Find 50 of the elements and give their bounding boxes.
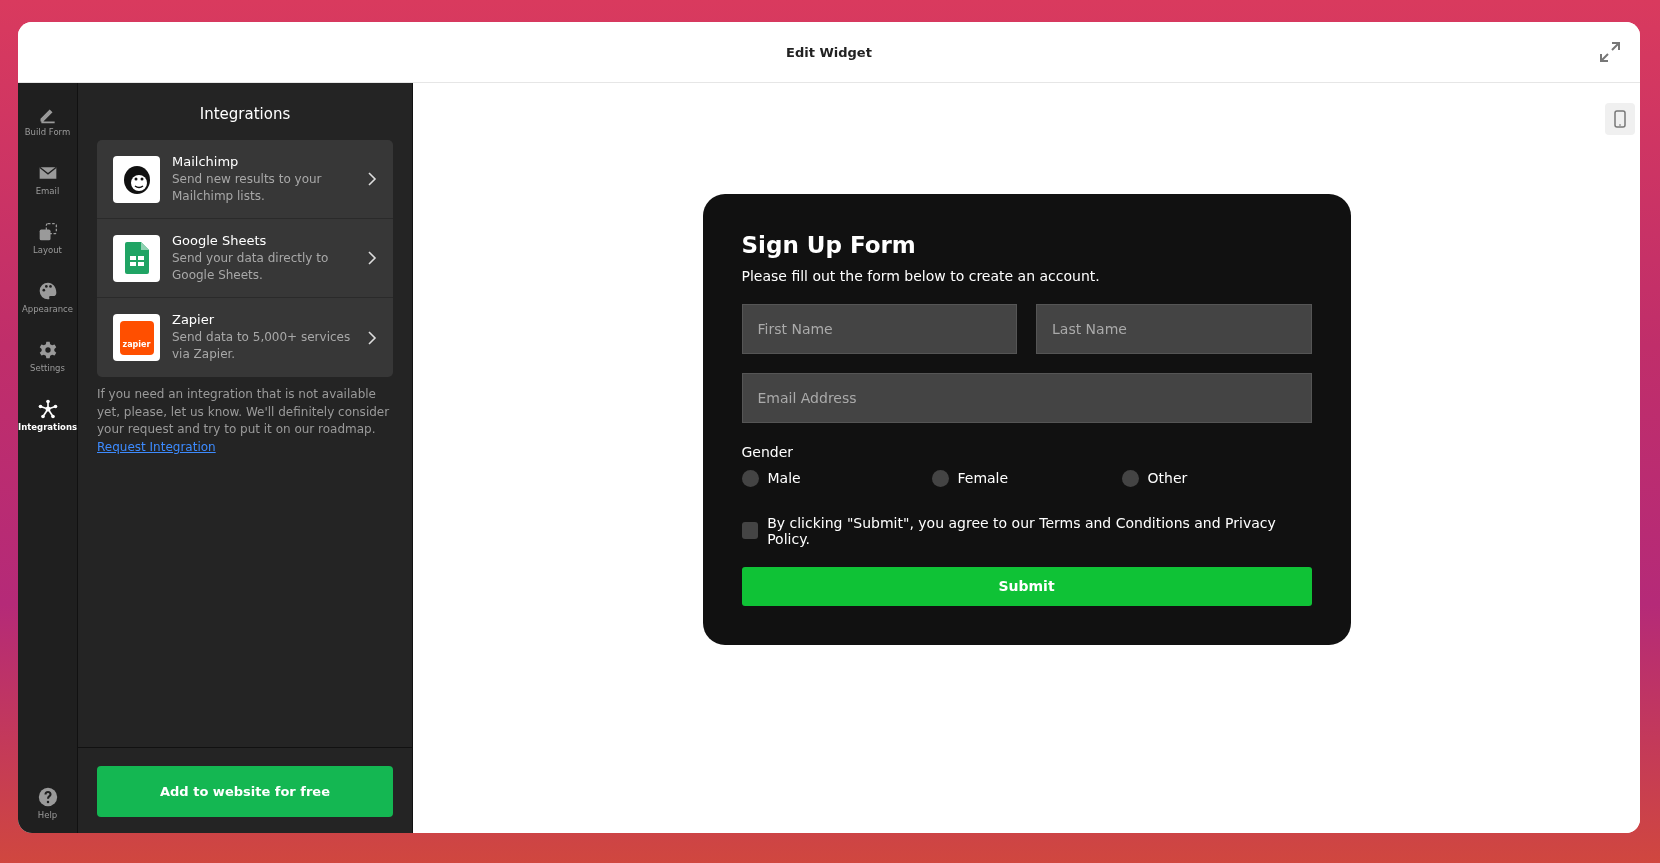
phone-icon xyxy=(1614,110,1626,128)
chevron-icon xyxy=(367,250,377,266)
layout-icon xyxy=(37,222,58,242)
gender-option[interactable]: Other xyxy=(1121,469,1312,487)
chevron-icon xyxy=(367,329,377,346)
first-name-field[interactable]: First Name xyxy=(741,303,1017,354)
network-icon xyxy=(37,399,58,419)
integration-name: Zapier xyxy=(172,312,216,327)
palette-icon xyxy=(37,281,58,301)
sidebar-item[interactable]: Build Form xyxy=(18,91,77,150)
mobile-preview-button[interactable] xyxy=(1605,103,1635,135)
info-paragraph: If you need an integration that is not available yet, please, let us know. We'll definitely consider your request and try to put it on our roadmap. Request Integration xyxy=(97,386,391,456)
gender-option[interactable]: Female xyxy=(931,469,1122,487)
radio-button[interactable] xyxy=(931,469,949,487)
sidebar-item[interactable]: Integrations xyxy=(18,386,77,445)
window-title: Edit Widget xyxy=(786,44,872,60)
integration-name: Google Sheets xyxy=(172,232,268,248)
integration-item[interactable]: zapier Zapier Send data to 5,000+ services via Zapier. xyxy=(97,298,393,377)
option-label: Other xyxy=(1147,470,1188,486)
monkey-logo xyxy=(113,155,160,203)
integration-description: Send your data directly to Google Sheets. xyxy=(172,249,330,284)
integration-item[interactable]: Google Sheets Send your data directly to Google Sheets. xyxy=(97,219,393,298)
sidebar-item[interactable]: Email xyxy=(18,150,77,209)
integration-item[interactable]: Mailchimp Send new results to your Mailchimp lists. xyxy=(97,140,393,219)
sidebar-item[interactable]: Settings xyxy=(18,327,77,386)
gender-label: Gender xyxy=(741,443,795,460)
settings-icon xyxy=(37,340,58,360)
panel-title: Integrations xyxy=(198,105,292,123)
zapier-logo: zapier xyxy=(113,314,160,361)
expand-icon[interactable] xyxy=(1598,40,1622,64)
spreadsheet-logo xyxy=(113,234,160,282)
sidebar-item[interactable]: Layout xyxy=(18,209,77,268)
help-button[interactable]: Help xyxy=(18,774,77,833)
form-title: Sign Up Form xyxy=(741,231,917,258)
gender-option[interactable]: Male xyxy=(741,469,932,487)
integration-description: Send new results to your Mailchimp lists. xyxy=(172,170,323,205)
integration-description: Send data to 5,000+ services via Zapier. xyxy=(172,329,352,363)
checkbox[interactable] xyxy=(741,522,759,539)
email-field[interactable]: Email Address xyxy=(741,372,1312,423)
option-label: Male xyxy=(767,470,801,486)
radio-button[interactable] xyxy=(1121,469,1139,487)
radio-button[interactable] xyxy=(741,469,759,487)
chevron-icon xyxy=(367,171,377,187)
last-name-field[interactable]: Last Name xyxy=(1036,303,1312,354)
request-integration-link[interactable]: Request Integration xyxy=(97,439,216,454)
option-label: Female xyxy=(957,470,1009,486)
form-subtitle: Please fill out the form below to create an account. xyxy=(741,267,1101,284)
sidebar-item[interactable]: Appearance xyxy=(18,268,77,327)
help-icon xyxy=(37,787,58,807)
integration-name: Mailchimp xyxy=(172,153,240,169)
